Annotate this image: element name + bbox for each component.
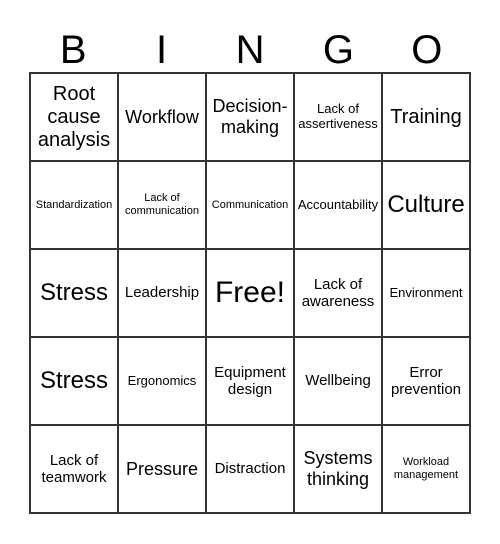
header-letter-g: G — [322, 28, 354, 72]
bingo-cell[interactable]: Equipment design — [206, 337, 294, 425]
bingo-cell[interactable]: Lack of assertiveness — [294, 73, 382, 161]
bingo-cell[interactable]: Wellbeing — [294, 337, 382, 425]
bingo-cell[interactable]: Systems thinking — [294, 425, 382, 513]
header-letter-i: I — [156, 28, 168, 72]
bingo-cell[interactable]: Leadership — [118, 249, 206, 337]
bingo-cell[interactable]: Workflow — [118, 73, 206, 161]
bingo-cell[interactable]: Root cause analysis — [30, 73, 118, 161]
bingo-cell[interactable]: Decision-making — [206, 73, 294, 161]
bingo-cell[interactable]: Environment — [382, 249, 470, 337]
bingo-cell[interactable]: Culture — [382, 161, 470, 249]
bingo-cell[interactable]: Lack of teamwork — [30, 425, 118, 513]
bingo-cell[interactable]: Lack of awareness — [294, 249, 382, 337]
bingo-header: B I N G O — [29, 28, 471, 72]
bingo-cell[interactable]: Error prevention — [382, 337, 470, 425]
bingo-cell[interactable]: Workload management — [382, 425, 470, 513]
bingo-cell[interactable]: Stress — [30, 337, 118, 425]
header-letter-o: O — [411, 28, 443, 72]
header-letter-b: B — [59, 28, 87, 72]
bingo-cell[interactable]: Training — [382, 73, 470, 161]
bingo-cell[interactable]: Communication — [206, 161, 294, 249]
bingo-cell[interactable]: Ergonomics — [118, 337, 206, 425]
bingo-cell[interactable]: Standardization — [30, 161, 118, 249]
bingo-cell[interactable]: Pressure — [118, 425, 206, 513]
bingo-cell[interactable]: Stress — [30, 249, 118, 337]
bingo-cell[interactable]: Accountability — [294, 161, 382, 249]
bingo-grid: Root cause analysis Workflow Decision-ma… — [29, 72, 471, 514]
header-letter-n: N — [235, 28, 265, 72]
bingo-cell[interactable]: Distraction — [206, 425, 294, 513]
free-space-cell[interactable]: Free! — [206, 249, 294, 337]
bingo-cell[interactable]: Lack of communication — [118, 161, 206, 249]
